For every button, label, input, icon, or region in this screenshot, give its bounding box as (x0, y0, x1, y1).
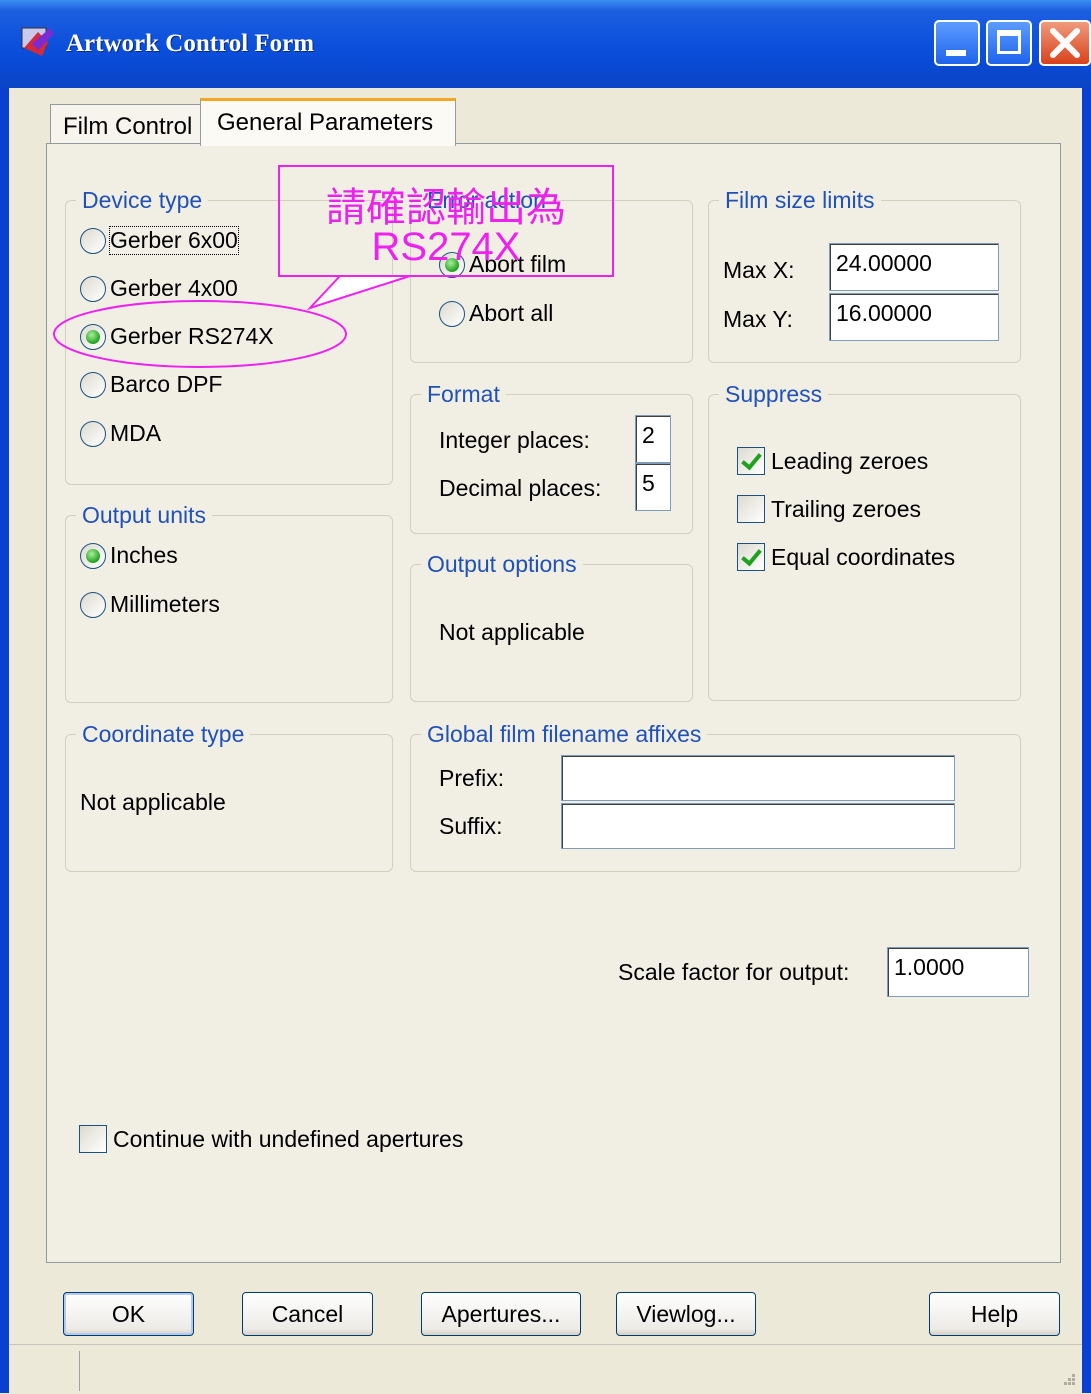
help-button[interactable]: Help (929, 1292, 1060, 1336)
decimal-places-field[interactable]: 5 (635, 463, 671, 511)
radio-label: Inches (110, 542, 178, 568)
radio-label: Abort all (469, 300, 554, 326)
radio-gerber-4x00[interactable]: Gerber 4x00 (80, 275, 238, 302)
title-bar: Artwork Control Form (0, 0, 1091, 88)
radio-label: MDA (110, 420, 162, 446)
max-y-label: Max Y: (723, 306, 793, 332)
radio-indicator (80, 371, 106, 398)
minimize-button[interactable] (934, 20, 980, 66)
checkbox-label: Leading zeroes (771, 447, 929, 474)
radio-gerber-6x00[interactable]: Gerber 6x00 (80, 226, 239, 255)
checkbox-label: Continue with undefined apertures (113, 1125, 464, 1152)
checkbox-leading-zeroes[interactable]: Leading zeroes (737, 447, 928, 475)
radio-indicator (80, 420, 106, 447)
maximize-icon (997, 30, 1021, 54)
max-x-label: Max X: (723, 257, 795, 283)
app-icon (21, 27, 54, 56)
radio-label: Millimeters (110, 591, 220, 617)
minimize-icon (946, 50, 966, 56)
radio-abort-all[interactable]: Abort all (439, 300, 553, 327)
format-title: Format (421, 381, 506, 408)
format-group: Format Integer places: 2 Decimal places:… (410, 381, 693, 534)
max-x-field[interactable]: 24.00000 (829, 243, 999, 291)
window-frame-left (0, 88, 9, 1393)
ok-button[interactable]: OK (63, 1292, 194, 1336)
checkbox-continue-undefined-apertures[interactable]: Continue with undefined apertures (79, 1125, 463, 1153)
coordinate-type-text: Not applicable (80, 789, 226, 815)
checkbox-indicator-checked (737, 447, 765, 475)
suffix-label: Suffix: (439, 813, 503, 839)
radio-indicator-selected (80, 323, 106, 350)
scale-factor-label: Scale factor for output: (618, 959, 850, 985)
radio-indicator (80, 227, 106, 254)
output-units-group: Output units Inches Millimeters (65, 502, 393, 703)
checkbox-label: Trailing zeroes (771, 495, 921, 522)
radio-indicator (80, 275, 106, 302)
device-type-title: Device type (76, 187, 209, 214)
integer-places-label: Integer places: (439, 427, 590, 453)
status-bar-divider (79, 1351, 80, 1391)
tab-panel-general-parameters: Device type Gerber 6x00 Gerber 4x00 Gerb… (46, 143, 1061, 1263)
output-units-title: Output units (76, 502, 213, 529)
output-options-text: Not applicable (439, 619, 585, 645)
radio-inches[interactable]: Inches (80, 542, 178, 569)
checkbox-trailing-zeroes[interactable]: Trailing zeroes (737, 495, 921, 523)
radio-label: Gerber 4x00 (110, 275, 238, 301)
status-bar (9, 1344, 1082, 1394)
checkbox-equal-coordinates[interactable]: Equal coordinates (737, 543, 955, 571)
radio-indicator (80, 591, 106, 618)
coordinate-type-title: Coordinate type (76, 721, 251, 748)
film-size-limits-group: Film size limits Max X: 24.00000 Max Y: … (708, 187, 1021, 363)
radio-mda[interactable]: MDA (80, 420, 161, 447)
prefix-label: Prefix: (439, 765, 505, 791)
radio-millimeters[interactable]: Millimeters (80, 591, 220, 618)
scale-factor-field[interactable]: 1.0000 (887, 947, 1029, 997)
radio-gerber-rs274x[interactable]: Gerber RS274X (80, 323, 274, 350)
max-y-field[interactable]: 16.00000 (829, 293, 999, 341)
cancel-button[interactable]: Cancel (242, 1292, 373, 1336)
filename-affixes-title: Global film filename affixes (421, 721, 708, 748)
radio-indicator (439, 300, 465, 327)
output-options-group: Output options Not applicable (410, 551, 693, 702)
checkbox-indicator (79, 1125, 107, 1153)
checkbox-indicator (737, 495, 765, 523)
coordinate-type-group: Coordinate type Not applicable (65, 721, 393, 872)
annotation-box: 請確認輸出為 RS274X (278, 165, 614, 277)
checkbox-label: Equal coordinates (771, 543, 956, 570)
annotation-text-line2: RS274X (371, 225, 521, 269)
window-frame-right (1082, 88, 1091, 1393)
radio-label: Gerber RS274X (110, 323, 274, 349)
prefix-field[interactable] (561, 755, 955, 801)
suppress-group: Suppress Leading zeroes Trailing zeroes … (708, 381, 1021, 701)
checkbox-indicator-checked (737, 543, 765, 571)
radio-indicator-selected (80, 542, 106, 569)
resize-grip-icon (1064, 1374, 1075, 1385)
radio-label: Barco DPF (110, 371, 223, 397)
tab-general-parameters[interactable]: General Parameters (200, 98, 456, 146)
decimal-places-label: Decimal places: (439, 475, 602, 501)
suppress-title: Suppress (719, 381, 829, 408)
close-button[interactable] (1039, 20, 1091, 66)
apertures-button[interactable]: Apertures... (421, 1292, 581, 1336)
tab-film-control[interactable]: Film Control (50, 104, 202, 144)
maximize-button[interactable] (986, 20, 1032, 66)
suffix-field[interactable] (561, 803, 955, 849)
film-size-limits-title: Film size limits (719, 187, 881, 214)
window-title: Artwork Control Form (66, 30, 315, 57)
radio-barco-dpf[interactable]: Barco DPF (80, 371, 222, 398)
filename-affixes-group: Global film filename affixes Prefix: Suf… (410, 721, 1021, 872)
close-icon (1050, 28, 1080, 58)
output-options-title: Output options (421, 551, 583, 578)
radio-label: Gerber 6x00 (109, 226, 239, 255)
integer-places-field[interactable]: 2 (635, 415, 671, 463)
viewlog-button[interactable]: Viewlog... (616, 1292, 756, 1336)
